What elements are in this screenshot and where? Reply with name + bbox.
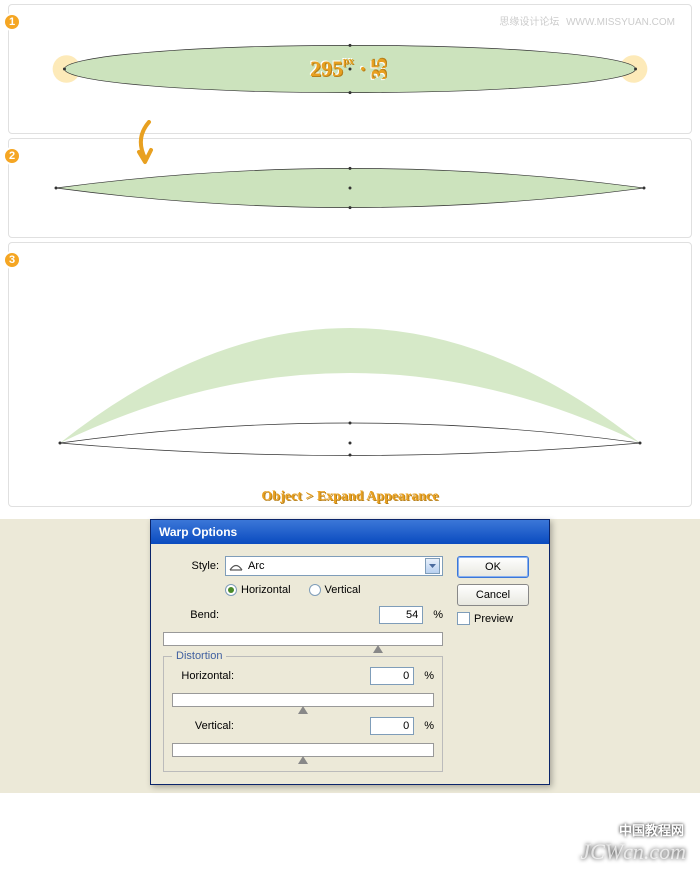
style-dropdown[interactable]: Arc <box>225 556 443 576</box>
step-3-badge: 3 <box>3 251 21 269</box>
distort-v-slider[interactable] <box>172 743 434 757</box>
warp-options-dialog: Warp Options Style: Arc Horizontal <box>150 519 550 785</box>
lens-shape <box>9 139 691 237</box>
expand-appearance-label: Object > Expand Appearance <box>9 489 691 505</box>
chevron-down-icon[interactable] <box>425 558 440 574</box>
watermark-en: JCWcn.com <box>580 839 686 865</box>
cancel-button[interactable]: Cancel <box>457 584 529 606</box>
step-1-badge: 1 <box>3 13 21 31</box>
step-1-panel: 1 思缘设计论坛 WWW.MISSYUAN.COM 295px · 35 <box>8 4 692 134</box>
percent-label: % <box>424 720 434 732</box>
forum-name: 思缘设计论坛 <box>499 17 559 28</box>
distort-v-label: Vertical: <box>172 720 234 732</box>
header-credits: 思缘设计论坛 WWW.MISSYUAN.COM <box>495 13 675 28</box>
bend-slider[interactable] <box>163 632 443 646</box>
distort-h-slider[interactable] <box>172 693 434 707</box>
step-3-panel: 3 Object > Expand Appearance <box>8 242 692 507</box>
distort-v-input[interactable] <box>370 717 414 735</box>
percent-label: % <box>433 609 443 621</box>
preview-checkbox[interactable]: Preview <box>457 612 537 625</box>
style-label: Style: <box>163 560 219 572</box>
style-value: Arc <box>248 560 265 572</box>
checkbox-icon <box>457 612 470 625</box>
dialog-titlebar[interactable]: Warp Options <box>151 520 549 544</box>
dialog-background: Warp Options Style: Arc Horizontal <box>0 519 700 793</box>
step-2-badge: 2 <box>3 147 21 165</box>
forum-url: WWW.MISSYUAN.COM <box>566 17 675 28</box>
arc-style-icon <box>228 559 244 573</box>
arrow-down-icon <box>129 120 169 170</box>
px-unit: px <box>343 56 354 67</box>
preview-label: Preview <box>474 613 513 625</box>
watermark-cn: 中国教程网 <box>619 820 684 839</box>
distort-h-input[interactable] <box>370 667 414 685</box>
distortion-fieldset: Distortion Horizontal: % Vertical: <box>163 656 443 772</box>
distort-h-label: Horizontal: <box>172 670 234 682</box>
bend-label: Bend: <box>163 609 219 621</box>
ok-button[interactable]: OK <box>457 556 529 578</box>
distortion-legend: Distortion <box>172 650 226 662</box>
bend-input[interactable] <box>379 606 423 624</box>
height-value: 35 <box>366 58 392 80</box>
horizontal-radio[interactable]: Horizontal <box>225 584 291 596</box>
percent-label: % <box>424 670 434 682</box>
warped-arc-shape <box>9 243 691 478</box>
horizontal-radio-label: Horizontal <box>241 584 291 596</box>
width-value: 295 <box>310 56 343 81</box>
vertical-radio-label: Vertical <box>325 584 361 596</box>
dimension-annotation: 295px · 35 <box>310 56 390 82</box>
vertical-radio[interactable]: Vertical <box>309 584 361 596</box>
step-2-panel: 2 <box>8 138 692 238</box>
